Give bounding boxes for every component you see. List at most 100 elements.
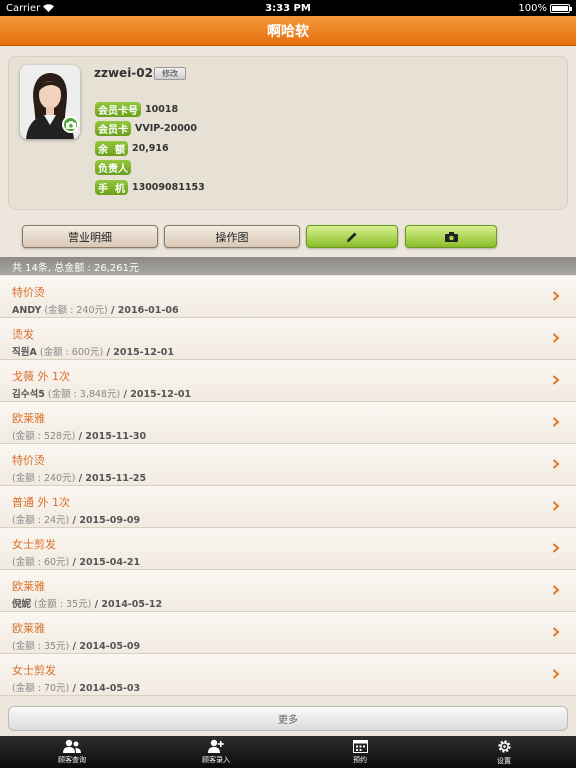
chevron-right-icon	[552, 585, 560, 595]
record-date: / 2015-11-30	[75, 431, 147, 442]
record-row[interactable]: 女士剪发 (金额 : 60元) / 2015-04-21	[0, 528, 576, 570]
record-date: / 2014-05-09	[69, 641, 141, 652]
record-date: / 2016-01-06	[107, 305, 179, 316]
tab-customer-entry[interactable]: 顾客录入	[144, 736, 288, 768]
tab-label: 顾客查询	[58, 756, 86, 764]
business-detail-button[interactable]: 营业明细	[22, 225, 158, 248]
field-value: 13009081153	[131, 182, 205, 193]
chevron-right-icon	[552, 501, 560, 511]
field-value: 10018	[145, 104, 179, 115]
tab-settings[interactable]: 设置	[432, 736, 576, 768]
record-row[interactable]: 女士剪发 (金额 : 70元) / 2014-05-03	[0, 654, 576, 696]
tab-appointment[interactable]: 预约	[288, 736, 432, 768]
field-value: 20,916	[131, 143, 169, 154]
record-date: / 2015-09-09	[69, 515, 141, 526]
record-amount: (金额 : 600元)	[36, 347, 104, 358]
gear-icon	[497, 739, 511, 753]
info-card-number: 会员卡号 10018	[95, 102, 178, 117]
record-detail: 김수석5 (金额 : 3,848元) / 2015-12-01	[12, 386, 191, 400]
record-title: 欧莱雅	[12, 622, 45, 635]
chevron-right-icon	[552, 375, 560, 385]
action-bar: 营业明细 操作图	[0, 220, 576, 254]
nav-bar: 啊哈软	[0, 16, 576, 46]
record-person: 김수석5	[12, 389, 45, 400]
record-amount: (金额 : 35元)	[31, 599, 92, 610]
avatar-camera-badge[interactable]	[62, 116, 79, 133]
field-value: VVIP-20000	[135, 123, 198, 134]
chevron-right-icon	[552, 333, 560, 343]
record-detail: (金额 : 70元) / 2014-05-03	[12, 680, 140, 694]
record-date: / 2015-12-01	[120, 389, 192, 400]
record-title: 欧莱雅	[12, 412, 45, 425]
record-detail: (金额 : 35元) / 2014-05-09	[12, 638, 140, 652]
records-list: 特价烫 ANDY (金额 : 240元) / 2016-01-06 烫发 직원A (金…	[0, 276, 576, 696]
info-card-type: 会员卡 VVIP-20000	[95, 121, 197, 136]
tab-bar: 顾客查询 顾客录入 预约 设置	[0, 736, 576, 768]
record-date: / 2015-11-25	[75, 473, 147, 484]
record-row[interactable]: 欧莱雅 (金额 : 528元) / 2015-11-30	[0, 402, 576, 444]
record-row[interactable]: 普通 外 1次 (金额 : 24元) / 2015-09-09	[0, 486, 576, 528]
record-amount: (金额 : 528元)	[12, 431, 76, 442]
field-label: 负责人	[95, 160, 131, 175]
camera-icon	[65, 120, 76, 129]
info-balance: 余 额 20,916	[95, 141, 169, 156]
record-date: / 2014-05-12	[91, 599, 163, 610]
customers-icon	[63, 739, 81, 753]
clock: 3:33 PM	[265, 2, 311, 14]
record-date: / 2015-04-21	[69, 557, 141, 568]
record-detail: ANDY (金额 : 240元) / 2016-01-06	[12, 302, 179, 316]
record-date: / 2014-05-03	[69, 683, 141, 694]
status-bar: Carrier 3:33 PM 100%	[0, 0, 576, 16]
record-row[interactable]: 烫发 직원A (金额 : 600元) / 2015-12-01	[0, 318, 576, 360]
record-row[interactable]: 特价烫 ANDY (金额 : 240元) / 2016-01-06	[0, 276, 576, 318]
record-person: ANDY	[12, 305, 42, 316]
edit-button[interactable]	[306, 225, 398, 248]
record-amount: (金额 : 240元)	[41, 305, 108, 316]
record-detail: 倪妮 (金额 : 35元) / 2014-05-12	[12, 596, 162, 610]
tab-label: 设置	[497, 756, 511, 765]
record-row[interactable]: 戈薇 外 1次 김수석5 (金额 : 3,848元) / 2015-12-01	[0, 360, 576, 402]
record-amount: (金额 : 240元)	[12, 473, 76, 484]
record-date: / 2015-12-01	[103, 347, 175, 358]
member-username: zzwei-02	[94, 66, 153, 80]
record-title: 普通 外 1次	[12, 496, 70, 509]
chevron-right-icon	[552, 417, 560, 427]
member-profile-card: zzwei-02 修改 会员卡号 10018 会员卡 VVIP-20000 余 …	[8, 56, 568, 210]
record-amount: (金额 : 3,848元)	[44, 389, 121, 400]
load-more-button[interactable]: 更多	[8, 706, 568, 731]
record-detail: (金额 : 60元) / 2015-04-21	[12, 554, 140, 568]
record-amount: (金额 : 35元)	[12, 641, 70, 652]
battery-icon	[550, 3, 572, 13]
record-row[interactable]: 欧莱雅 (金额 : 35元) / 2014-05-09	[0, 612, 576, 654]
tab-customer-search[interactable]: 顾客查询	[0, 736, 144, 768]
operation-chart-button[interactable]: 操作图	[164, 225, 300, 248]
field-label: 会员卡号	[95, 102, 141, 117]
record-row[interactable]: 欧莱雅 倪妮 (金额 : 35元) / 2014-05-12	[0, 570, 576, 612]
record-row[interactable]: 特价烫 (金额 : 240元) / 2015-11-25	[0, 444, 576, 486]
field-label: 手 机	[95, 180, 128, 195]
record-detail: 직원A (金额 : 600元) / 2015-12-01	[12, 344, 174, 358]
record-detail: (金额 : 528元) / 2015-11-30	[12, 428, 146, 442]
record-amount: (金额 : 70元)	[12, 683, 70, 694]
record-person: 倪妮	[12, 599, 32, 610]
add-customer-icon	[208, 739, 224, 753]
chevron-right-icon	[552, 543, 560, 553]
camera-icon	[444, 231, 458, 242]
record-detail: (金额 : 240元) / 2015-11-25	[12, 470, 146, 484]
field-label: 会员卡	[95, 121, 131, 136]
edit-profile-button[interactable]: 修改	[154, 67, 186, 80]
info-manager: 负责人	[95, 160, 135, 175]
record-person: 직원A	[12, 347, 37, 358]
record-title: 戈薇 外 1次	[12, 370, 70, 383]
record-detail: (金额 : 24元) / 2015-09-09	[12, 512, 140, 526]
record-title: 女士剪发	[12, 664, 56, 677]
chevron-right-icon	[552, 459, 560, 469]
record-title: 烫发	[12, 328, 34, 341]
record-amount: (金额 : 60元)	[12, 557, 70, 568]
page-title: 啊哈软	[267, 23, 309, 40]
record-title: 特价烫	[12, 454, 45, 467]
calendar-icon	[352, 740, 368, 753]
camera-button[interactable]	[405, 225, 497, 248]
record-amount: (金额 : 24元)	[12, 515, 70, 526]
field-label: 余 额	[95, 141, 128, 156]
